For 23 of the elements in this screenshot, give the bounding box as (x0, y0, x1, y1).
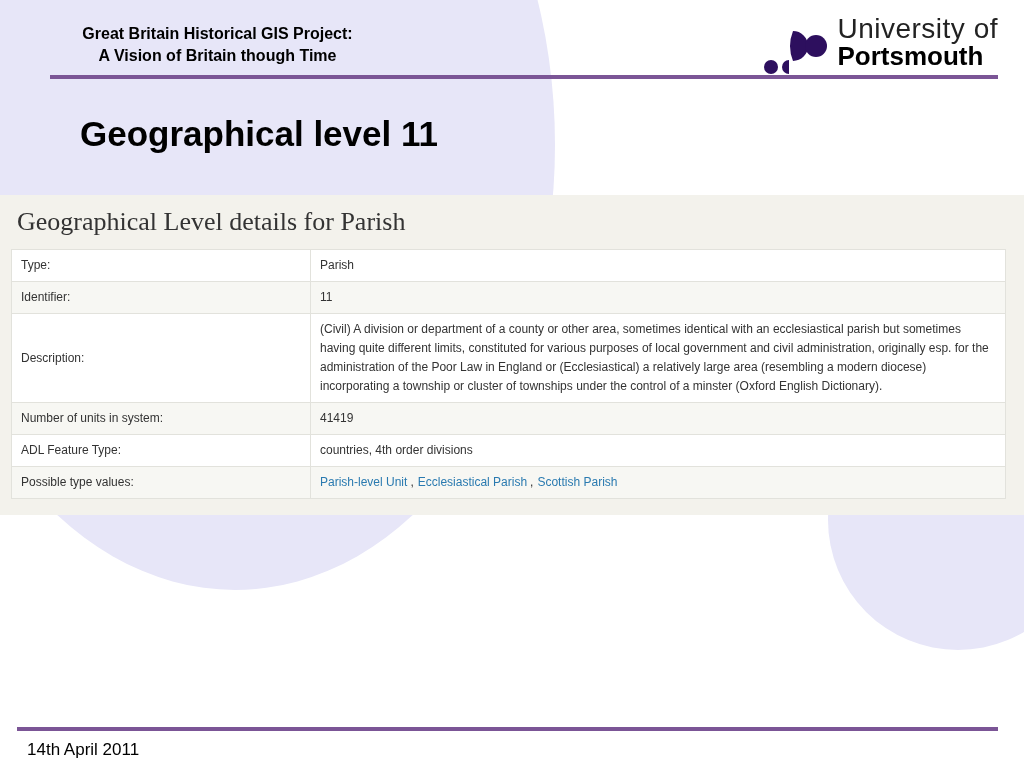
type-link[interactable]: Scottish Parish (537, 475, 618, 489)
table-cell: Possible type values: (11, 466, 311, 499)
type-link[interactable]: Ecclesiastical Parish (417, 475, 528, 489)
type-link[interactable]: Parish-level Unit (320, 475, 408, 489)
project-title: Great Britain Historical GIS Project: A Vision of Britain though Time (81, 24, 354, 66)
table-cell: Description: (11, 313, 311, 403)
table-cell: Type: (11, 249, 311, 282)
separator-text: , (530, 475, 534, 489)
date-text: 14th April 2011 (26, 739, 141, 761)
table-cell: Number of units in system: (11, 402, 311, 435)
slide-title: Geographical level 11 (80, 113, 439, 155)
table-cell: 41419 (310, 402, 1006, 435)
table-cell: (Civil) A division or department of a county or other area, sometimes identical with an ecclesiastical parish but sometimes having quite different limits, constituted for various purposes of local government and civil administration, originally esp. for the administration of the Poor Law in England or (Ecclesiastical) a relatively large area (resembling a modern diocese) incorporating a township or cluster of townships under the control of a minster (Oxford English Dictionary). (310, 313, 1006, 403)
logo-text: Portsmouth (837, 43, 985, 69)
logo-text: University of (837, 15, 998, 43)
table-cell: Parish (310, 249, 1006, 282)
table-cell: countries, 4th order divisions (310, 434, 1006, 467)
table-cell: Identifier: (11, 281, 311, 314)
page-heading: Geographical Level details for Parish (17, 207, 407, 237)
separator-text: , (410, 475, 414, 489)
dots-logo-icon (763, 29, 828, 77)
table-cell: 11 (310, 281, 1006, 314)
table-cell: ADL Feature Type: (11, 434, 311, 467)
